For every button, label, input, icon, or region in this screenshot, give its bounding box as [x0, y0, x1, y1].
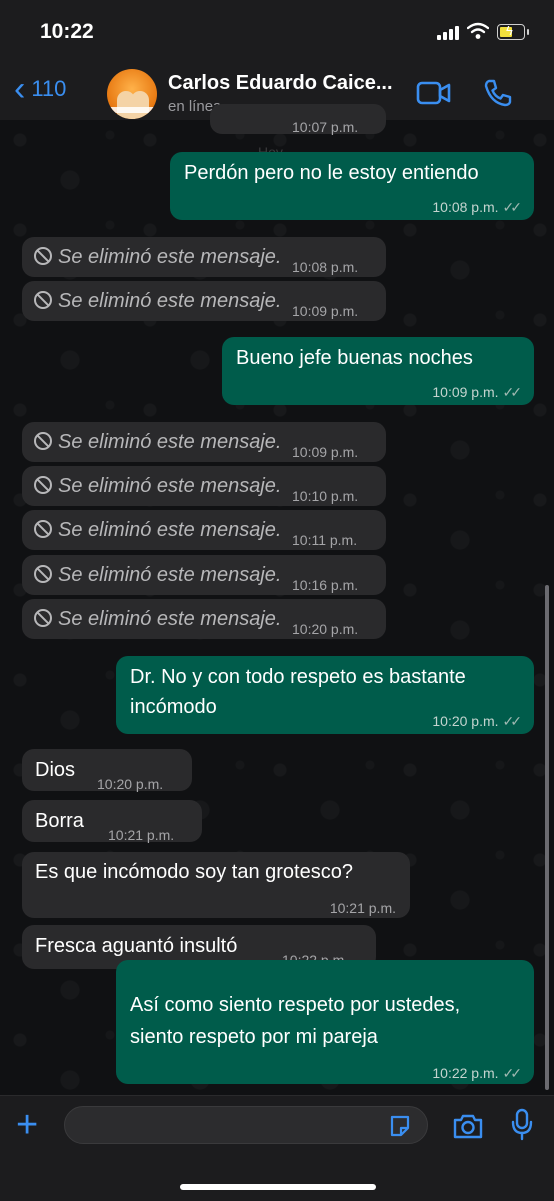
ban-icon [34, 432, 52, 450]
avatar[interactable] [107, 69, 157, 119]
sticker-icon[interactable] [388, 1114, 412, 1138]
plus-icon[interactable]: + [16, 1106, 38, 1144]
message-time: 10:07 p.m. [292, 119, 359, 135]
message-meta: 10:09 p.m. ✓✓ [432, 377, 523, 407]
phone-icon[interactable] [483, 78, 513, 108]
ban-icon [34, 609, 52, 627]
message-outgoing[interactable]: Perdón pero no le estoy entiendo 10:08 p… [170, 152, 534, 220]
status-time: 10:22 [40, 20, 94, 43]
message-text-line1: Así como siento respeto por ustedes, [130, 994, 461, 1016]
message-deleted[interactable]: Se eliminó este mensaje. 10:09 p.m. [22, 422, 386, 462]
message-text-line2: siento respeto por mi pareja [130, 1026, 378, 1048]
message-text: Perdón pero no le estoy entiendo [184, 162, 479, 184]
message-time: 10:16 p.m. [292, 577, 359, 593]
message-incoming[interactable]: Es que incómodo soy tan grotesco? 10:21 … [22, 852, 410, 918]
ban-icon [34, 565, 52, 583]
message-deleted[interactable]: Se eliminó este mensaje. 10:11 p.m. [22, 510, 386, 550]
chevron-left-icon: ‹ [14, 70, 26, 108]
message-incoming[interactable]: Dios 10:20 p.m. [22, 749, 192, 792]
message-deleted[interactable]: Se eliminó este mensaje. 10:10 p.m. [22, 466, 386, 506]
message-text: Borra [35, 810, 84, 832]
camera-icon[interactable] [452, 1112, 484, 1140]
message-text: Se eliminó este mensaje. [58, 431, 282, 453]
message-incoming[interactable]: Borra 10:21 p.m. [22, 800, 202, 843]
contact-name[interactable]: Carlos Eduardo Caice... [168, 72, 404, 95]
message-meta: 10:20 p.m. ✓✓ [432, 706, 523, 736]
message-time: 10:11 p.m. [292, 532, 358, 548]
message-outgoing[interactable]: Dr. No y con todo respeto es bastante in… [116, 656, 534, 734]
message-time: 10:21 p.m. [108, 827, 175, 843]
message-outgoing[interactable]: Así como siento respeto por ustedes, sie… [116, 960, 534, 1084]
wifi-icon [467, 22, 489, 39]
message-time: 10:20 p.m. [292, 621, 359, 637]
message-text: Se eliminó este mensaje. [58, 564, 282, 586]
microphone-icon[interactable] [510, 1108, 534, 1142]
message-input[interactable] [64, 1106, 428, 1144]
battery-icon: ϟ [497, 23, 529, 40]
scrollbar[interactable] [545, 585, 549, 1090]
message-time: 10:21 p.m. [329, 900, 396, 916]
message-deleted[interactable]: Se eliminó este mensaje. 10:20 p.m. [22, 599, 386, 639]
home-indicator [180, 1184, 376, 1190]
ban-icon [34, 247, 52, 265]
unread-count: 110 [31, 76, 67, 101]
message-meta: 10:08 p.m. ✓✓ [432, 192, 523, 222]
message-text: Se eliminó este mensaje. [58, 475, 282, 497]
message-outgoing[interactable]: Bueno jefe buenas noches 10:09 p.m. ✓✓ [222, 337, 534, 405]
double-check-icon: ✓✓ [502, 1065, 523, 1081]
ban-icon [34, 476, 52, 494]
message-text-line2: incómodo [130, 696, 217, 718]
ban-icon [34, 520, 52, 538]
message-text: Se eliminó este mensaje. [58, 608, 282, 630]
message-time: 10:20 p.m. [97, 776, 164, 792]
signal-icon [437, 26, 459, 40]
message-text: Se eliminó este mensaje. [58, 290, 282, 312]
ban-icon [34, 291, 52, 309]
message-text: Es que incómodo soy tan grotesco? [35, 861, 353, 883]
message-time: 10:09 p.m. [292, 444, 359, 460]
message-time: 10:09 p.m. [292, 303, 359, 319]
video-call-icon[interactable] [416, 80, 452, 106]
message-deleted[interactable]: Se eliminó este mensaje. 10:09 p.m. [22, 281, 386, 321]
message-text: Se eliminó este mensaje. [58, 246, 282, 268]
message-partial[interactable]: 10:07 p.m. [210, 104, 386, 135]
double-check-icon: ✓✓ [502, 713, 523, 729]
message-text: Bueno jefe buenas noches [236, 347, 473, 369]
double-check-icon: ✓✓ [502, 199, 523, 215]
message-deleted[interactable]: Se eliminó este mensaje. 10:16 p.m. [22, 555, 386, 595]
status-bar: 10:22 ϟ [0, 0, 554, 60]
message-time: 10:08 p.m. [292, 259, 359, 275]
message-text: Fresca aguantó insultó [35, 935, 238, 957]
message-deleted[interactable]: Se eliminó este mensaje. 10:08 p.m. [22, 237, 386, 277]
message-meta: 10:22 p.m. ✓✓ [432, 1058, 523, 1088]
message-text-line1: Dr. No y con todo respeto es bastante [130, 666, 466, 688]
message-text: Se eliminó este mensaje. [58, 519, 282, 541]
message-text: Dios [35, 759, 76, 781]
message-time: 10:10 p.m. [292, 488, 359, 504]
back-button[interactable]: ‹ 110 [14, 70, 67, 108]
double-check-icon: ✓✓ [502, 384, 523, 400]
